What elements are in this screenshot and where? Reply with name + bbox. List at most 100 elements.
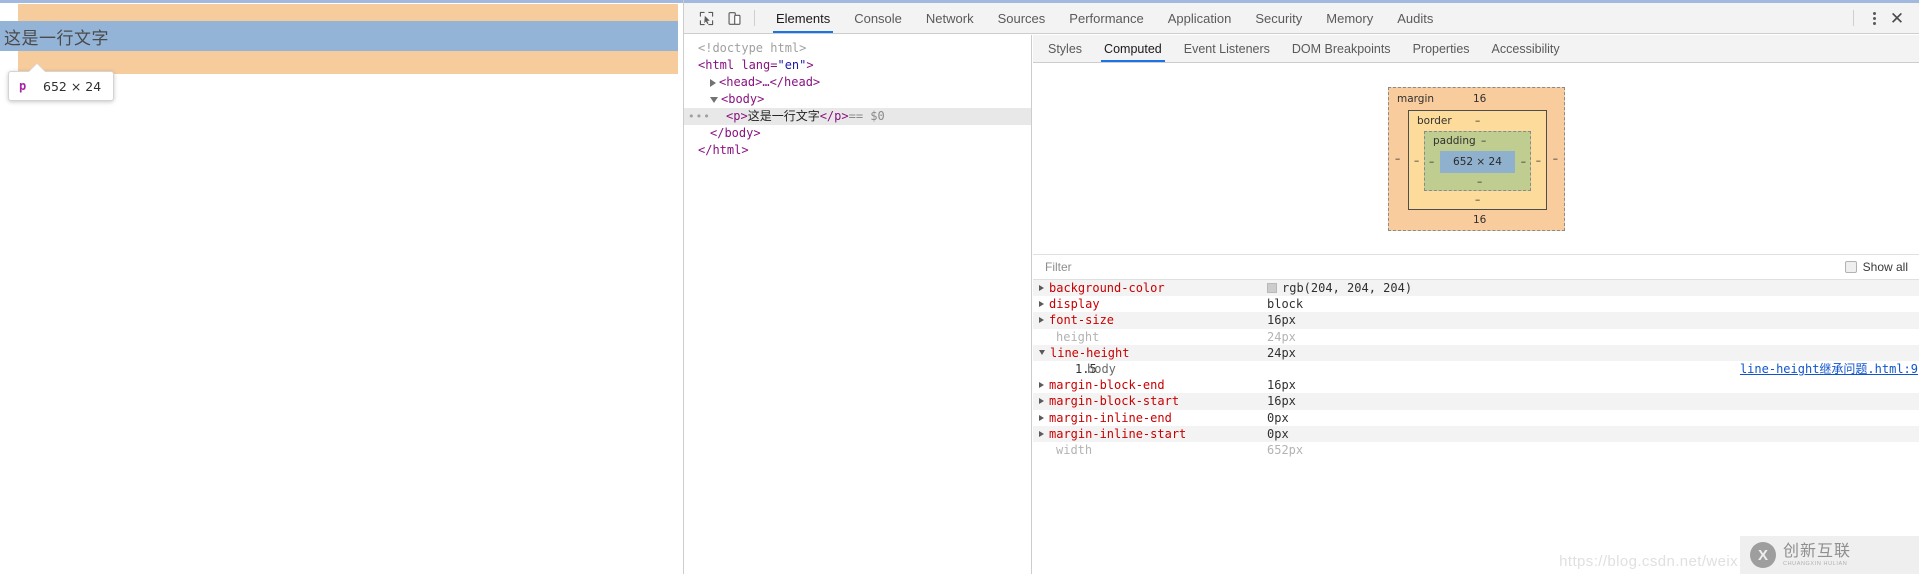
computed-row-height[interactable]: height 24px — [1033, 329, 1919, 345]
dom-row-head[interactable]: <head>…</head> — [684, 74, 1031, 91]
box-model-border-top[interactable]: – — [1475, 115, 1480, 127]
chevron-right-icon[interactable] — [710, 78, 716, 87]
chevron-down-icon[interactable] — [1039, 350, 1045, 356]
computed-value-margin-block-start: 16px — [1267, 394, 1296, 409]
tab-event-listeners[interactable]: Event Listeners — [1173, 35, 1281, 62]
tab-dom-breakpoints-label: DOM Breakpoints — [1291, 41, 1391, 56]
dom-row-html-close[interactable]: </html> — [684, 142, 1031, 159]
box-model-padding-right[interactable]: – — [1521, 156, 1526, 168]
computed-row-display[interactable]: display block — [1033, 296, 1919, 312]
box-model-margin-left[interactable]: – — [1395, 153, 1400, 165]
computed-name-margin-inline-start[interactable]: margin-inline-start — [1039, 426, 1267, 442]
dom-row-doctype[interactable]: <!doctype html> — [684, 40, 1031, 57]
computed-value-text-background-color: rgb(204, 204, 204) — [1282, 281, 1413, 295]
computed-name-margin-inline-end[interactable]: margin-inline-end — [1039, 410, 1267, 426]
tab-dom-breakpoints[interactable]: DOM Breakpoints — [1281, 35, 1402, 62]
chevron-right-icon[interactable] — [1039, 301, 1044, 308]
computed-row-margin-block-end[interactable]: margin-block-end 16px — [1033, 377, 1919, 393]
computed-name-width: width — [1056, 442, 1093, 457]
box-model-border-left[interactable]: – — [1414, 155, 1419, 167]
page-top-accent — [0, 0, 683, 3]
box-model-margin-top[interactable]: 16 — [1473, 93, 1486, 105]
computed-value-line-height: 24px — [1267, 345, 1296, 360]
tab-performance[interactable]: Performance — [1057, 3, 1155, 33]
computed-row-margin-block-start[interactable]: margin-block-start 16px — [1033, 393, 1919, 410]
computed-trace-line-height: 1.5 body line-height继承问题.html:9 — [1033, 361, 1919, 377]
tab-properties[interactable]: Properties — [1402, 35, 1481, 62]
dom-row-paragraph-selected[interactable]: ••• <p>这是一行文字</p>== $0 — [684, 108, 1031, 125]
close-icon[interactable]: ✕ — [1884, 6, 1910, 30]
chevron-down-icon[interactable] — [710, 96, 718, 103]
tab-computed[interactable]: Computed — [1093, 35, 1173, 62]
box-model-border-bottom[interactable]: – — [1475, 194, 1480, 206]
tooltip-dimensions: 652 × 24 — [43, 78, 102, 94]
show-all-checkbox-icon[interactable] — [1844, 261, 1857, 273]
tab-console-label: Console — [854, 10, 902, 26]
show-all-toggle[interactable]: Show all — [1844, 260, 1908, 274]
box-model-diagram: margin 16 16 – – border – – – – padding … — [1033, 63, 1919, 255]
element-content-highlight: 这是一行文字 — [0, 21, 678, 51]
box-model-padding[interactable]: padding – – – – 652 × 24 — [1424, 130, 1531, 191]
computed-row-width[interactable]: width 652px — [1033, 442, 1919, 458]
box-model-padding-bottom[interactable]: – — [1477, 176, 1482, 188]
p-open-text: <p> — [726, 109, 748, 123]
chevron-right-icon[interactable] — [1039, 398, 1044, 405]
p-text-node: 这是一行文字 — [747, 109, 820, 123]
p-close-text: </p> — [819, 109, 849, 123]
box-model-border-right[interactable]: – — [1536, 155, 1541, 167]
box-model-padding-top[interactable]: – — [1481, 135, 1486, 147]
box-model-margin-bottom[interactable]: 16 — [1473, 214, 1486, 226]
dom-tree-pane[interactable]: <!doctype html> <html lang="en"> <head>…… — [684, 35, 1032, 574]
kebab-menu-icon[interactable] — [1864, 7, 1884, 29]
tab-console[interactable]: Console — [842, 3, 914, 33]
box-model-border[interactable]: border – – – – padding – – – – 652 × 24 — [1408, 109, 1547, 210]
tab-styles[interactable]: Styles — [1037, 35, 1093, 62]
filter-input[interactable] — [1043, 259, 1845, 275]
tab-elements[interactable]: Elements — [764, 3, 842, 33]
computed-name-line-height[interactable]: line-height — [1039, 345, 1267, 361]
computed-name-margin-block-end[interactable]: margin-block-end — [1039, 377, 1267, 393]
computed-name-background-color[interactable]: background-color — [1039, 280, 1267, 296]
chevron-right-icon[interactable] — [1039, 317, 1044, 324]
dom-row-body-open[interactable]: <body> — [684, 91, 1031, 108]
computed-row-background-color[interactable]: background-color rgb(204, 204, 204) — [1033, 280, 1919, 297]
computed-name-font-size[interactable]: font-size — [1039, 312, 1267, 328]
computed-name-margin-block-start[interactable]: margin-block-start — [1039, 393, 1267, 409]
chevron-right-icon[interactable] — [1039, 382, 1044, 389]
computed-row-line-height[interactable]: line-height 24px — [1033, 344, 1919, 361]
trace-source-link[interactable]: line-height继承问题.html:9 — [1740, 361, 1919, 377]
tooltip-arrow-icon — [28, 64, 46, 73]
computed-row-margin-inline-start[interactable]: margin-inline-start 0px — [1033, 425, 1919, 442]
computed-name-display[interactable]: display — [1039, 296, 1267, 312]
tab-memory[interactable]: Memory — [1314, 3, 1385, 33]
tab-accessibility[interactable]: Accessibility — [1481, 35, 1571, 62]
color-swatch-icon[interactable] — [1267, 283, 1277, 294]
brand-mark-icon: X — [1750, 542, 1776, 568]
computed-row-font-size[interactable]: font-size 16px — [1033, 312, 1919, 329]
chevron-right-icon[interactable] — [1039, 285, 1044, 292]
computed-filter-bar: Show all — [1033, 255, 1919, 280]
chevron-right-icon[interactable] — [1039, 414, 1044, 421]
box-model-margin[interactable]: margin 16 16 – – border – – – – padding … — [1388, 86, 1565, 231]
tab-network[interactable]: Network — [914, 3, 986, 33]
tab-audits[interactable]: Audits — [1385, 3, 1445, 33]
tab-application[interactable]: Application — [1156, 3, 1244, 33]
box-model-content[interactable]: 652 × 24 — [1440, 150, 1515, 173]
html-lang-value: "en" — [777, 58, 807, 72]
computed-row-margin-inline-end[interactable]: margin-inline-end 0px — [1033, 410, 1919, 426]
tab-properties-label: Properties — [1412, 41, 1470, 56]
dom-row-body-close[interactable]: </body> — [684, 125, 1031, 142]
tab-security[interactable]: Security — [1243, 3, 1314, 33]
box-model-margin-right[interactable]: – — [1553, 153, 1558, 165]
tab-event-listeners-label: Event Listeners — [1183, 41, 1270, 56]
dom-ellipsis-icon[interactable]: ••• — [688, 110, 711, 123]
selected-node-marker: == $0 — [848, 109, 885, 123]
tab-sources[interactable]: Sources — [986, 3, 1058, 33]
chevron-right-icon[interactable] — [1039, 430, 1044, 437]
dom-row-html[interactable]: <html lang="en"> — [684, 57, 1031, 74]
device-toolbar-icon[interactable] — [720, 5, 748, 31]
box-model-padding-left[interactable]: – — [1429, 156, 1434, 168]
inspect-element-icon[interactable] — [692, 5, 720, 31]
toolbar-right-group: ✕ — [1843, 6, 1919, 30]
trace-selector: body — [1087, 361, 1116, 376]
